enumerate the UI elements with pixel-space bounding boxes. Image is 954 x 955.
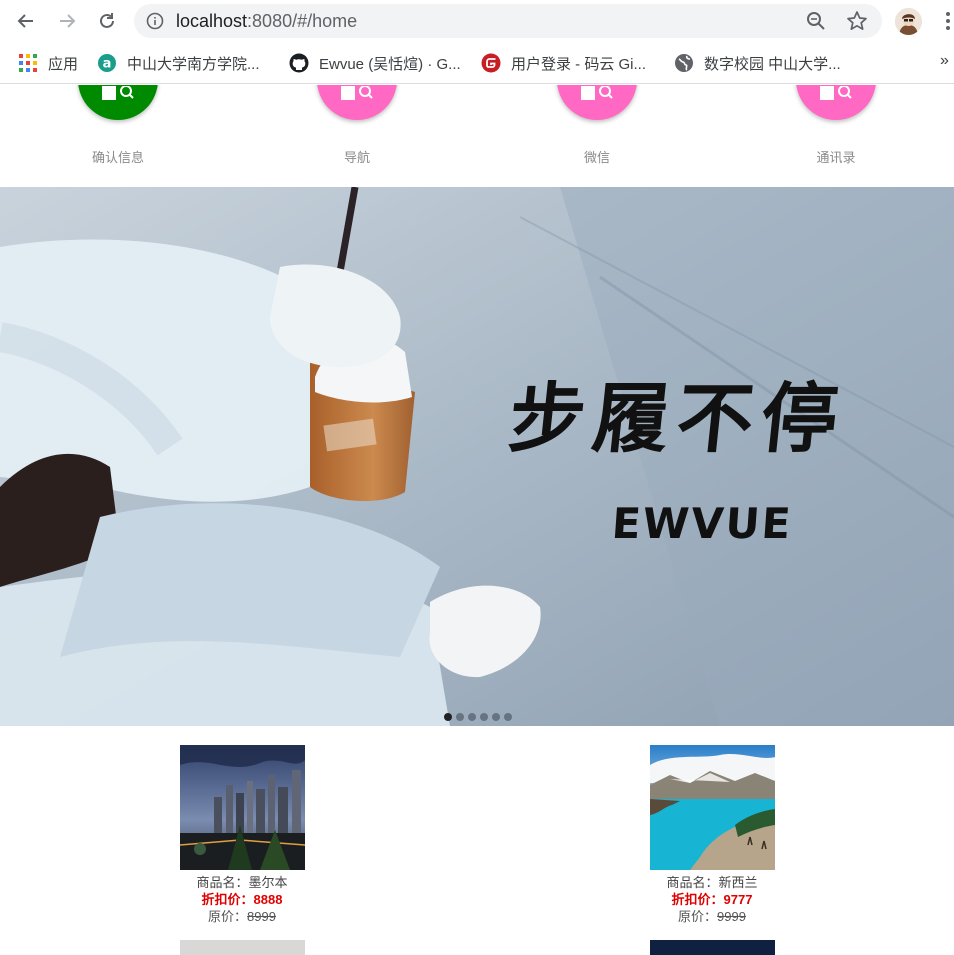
search-doc-icon [820,86,852,100]
bookmark-school[interactable]: a 中山大学南方学院... [97,52,260,74]
product-name-line: 商品名：新西兰 [622,874,802,891]
bookmark-star-icon[interactable] [846,10,868,32]
product-card-new-zealand[interactable]: 商品名：新西兰 折扣价：9777 原价：9999 [622,745,802,925]
carousel-dot[interactable] [480,713,488,721]
url-text[interactable]: localhost:8080/#/home [176,11,357,32]
forward-arrow-icon [60,14,76,28]
product-name-label: 商品名： [666,875,719,890]
product-name: 新西兰 [718,875,758,890]
carousel-dot[interactable] [444,713,452,721]
search-doc-icon [581,86,613,100]
bookmark-gitee[interactable]: 用户登录 - 码云 Gi... [481,52,646,74]
grid-item-wechat[interactable]: 微信 [537,85,657,185]
discount-price: 9777 [723,892,753,907]
product-image-new-zealand [649,745,775,870]
carousel-dot[interactable] [456,713,464,721]
apps-grid-icon [19,54,37,72]
grid-icon-circle [78,85,158,120]
bookmark-label: 用户登录 - 码云 Gi... [511,55,647,73]
grid-item-contacts[interactable]: 通讯录 [776,85,896,185]
product-discount-line: 折扣价：8888 [152,891,332,908]
product-image-next-left[interactable] [180,940,305,955]
back-button[interactable] [11,6,41,36]
product-name: 墨尔本 [248,875,288,890]
discount-label: 折扣价： [201,892,254,907]
gitee-icon [481,53,501,73]
grid-icon-circle [317,85,397,120]
more-bookmarks-button[interactable]: » [940,52,949,70]
grid-label: 导航 [343,150,370,165]
info-icon[interactable] [146,12,164,30]
globe-icon [675,54,693,72]
product-original-line: 原价：9999 [622,908,802,925]
browser-toolbar: localhost:8080/#/home [0,0,954,42]
product-discount-line: 折扣价：9777 [622,891,802,908]
carousel-dot[interactable] [468,713,476,721]
grid-icon-circle [796,85,876,120]
grid-label: 确认信息 [91,150,144,165]
grid-item-navigation[interactable]: 导航 [297,85,417,185]
bookmark-label: 应用 [48,55,79,73]
product-list: 商品名：墨尔本 折扣价：8888 原价：8999 商品名：新西兰 折扣价：977… [0,726,954,955]
avatar-face-icon [895,8,922,35]
page-viewport: 确认信息 导航 微信 通讯录 步履不停 EWVUE 商品名：墨尔本 折扣价：88… [0,85,954,955]
search-doc-icon [102,86,134,100]
grid-icon-circle [557,85,637,120]
more-menu-icon[interactable] [939,10,954,32]
zoom-icon[interactable] [806,11,826,31]
product-image-melbourne [179,745,305,870]
address-bar[interactable]: localhost:8080/#/home [134,4,882,38]
bookmark-digital-campus[interactable]: 数字校园 中山大学... [674,52,841,74]
profile-avatar[interactable] [895,8,922,35]
forward-button[interactable] [52,6,82,36]
original-label: 原价： [208,909,248,924]
school-logo-icon: a [98,54,116,72]
product-name-line: 商品名：墨尔本 [152,874,332,891]
product-name-label: 商品名： [196,875,249,890]
carousel-dot[interactable] [492,713,500,721]
carousel-indicators[interactable] [444,713,516,723]
bookmarks-bar: 应用 a 中山大学南方学院... Ewvue (吴恬煊) · G... 用户登录… [0,42,954,84]
carousel-dot[interactable] [504,713,512,721]
reload-button[interactable] [92,6,122,36]
banner-carousel[interactable]: 步履不停 EWVUE [0,187,954,726]
url-host: localhost [176,11,248,31]
original-price: 8999 [247,909,276,924]
url-path: :8080/#/home [247,11,358,31]
bookmark-label: 中山大学南方学院... [127,55,260,73]
back-arrow-icon [17,14,33,28]
grid-label: 微信 [583,150,610,165]
svg-text:a: a [103,57,112,72]
bookmark-github[interactable]: Ewvue (吴恬煊) · G... [289,52,461,74]
product-image-next-right[interactable] [650,940,775,955]
discount-price: 8888 [253,892,283,907]
reload-icon [100,13,114,28]
search-doc-icon [341,86,373,100]
product-card-melbourne[interactable]: 商品名：墨尔本 折扣价：8888 原价：8999 [152,745,332,925]
original-label: 原价： [678,909,718,924]
grid-label: 通讯录 [816,150,856,165]
banner-title: 步履不停 [504,374,850,463]
grid-item-confirm-info[interactable]: 确认信息 [58,85,178,185]
product-original-line: 原价：8999 [152,908,332,925]
grid-menu: 确认信息 导航 微信 通讯录 [0,85,954,187]
discount-label: 折扣价： [671,892,724,907]
github-icon [289,53,309,73]
original-price: 9999 [717,909,746,924]
banner-subtitle: EWVUE [610,499,795,548]
bookmark-label: Ewvue (吴恬煊) · G... [319,55,461,73]
bookmark-apps[interactable]: 应用 [18,52,78,74]
bookmark-label: 数字校园 中山大学... [704,55,841,73]
